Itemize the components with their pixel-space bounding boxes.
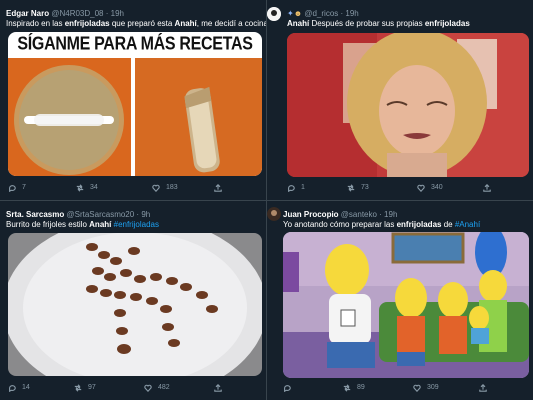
text-segment: Inspirado en las bbox=[6, 19, 65, 28]
reply-count: 14 bbox=[22, 384, 30, 391]
author-handle[interactable]: @N4R03D_08 · 19h bbox=[51, 9, 124, 18]
like-count: 482 bbox=[158, 384, 170, 391]
reply-icon[interactable] bbox=[8, 184, 16, 192]
text-bold: Anahí bbox=[89, 220, 112, 229]
like-count: 340 bbox=[431, 184, 443, 191]
like-count: 183 bbox=[166, 184, 178, 191]
text-segment: Después de probar sus propias bbox=[309, 19, 425, 28]
text-segment: , me decidí a cocinar... bbox=[196, 19, 266, 28]
share-action[interactable] bbox=[214, 184, 222, 192]
author-handle[interactable]: @santeko · 19h bbox=[341, 210, 398, 219]
tweet-actions: 1 73 340 bbox=[287, 184, 525, 196]
tweet-header: ✦☻ @d_ricos · 19h bbox=[287, 9, 529, 19]
tweet-actions: 7 34 183 bbox=[8, 184, 258, 196]
tweet-card[interactable]: ✦☻ @d_ricos · 19h Anahí Después de proba… bbox=[267, 0, 533, 200]
retweet-icon[interactable] bbox=[76, 184, 84, 192]
tweet-text: Inspirado en las enfrijoladas que prepar… bbox=[6, 19, 266, 29]
meme-caption: SÍGANME PARA MÁS RECETAS bbox=[17, 34, 253, 55]
like-action[interactable]: 183 bbox=[152, 184, 178, 192]
author-handle[interactable]: @d_ricos · 19h bbox=[304, 9, 358, 18]
like-action[interactable]: 309 bbox=[413, 384, 439, 392]
share-icon[interactable] bbox=[214, 384, 222, 392]
like-icon[interactable] bbox=[152, 184, 160, 192]
share-action[interactable] bbox=[214, 384, 222, 392]
like-action[interactable]: 340 bbox=[417, 184, 443, 192]
avatar[interactable] bbox=[267, 7, 281, 21]
retweet-action[interactable]: 34 bbox=[76, 184, 98, 192]
tweet-text: Anahí Después de probar sus propias enfr… bbox=[287, 19, 529, 29]
tweet-image[interactable] bbox=[283, 232, 529, 378]
retweet-action[interactable]: 73 bbox=[347, 184, 369, 192]
avatar-image bbox=[267, 7, 281, 21]
tweet-image[interactable] bbox=[8, 233, 262, 376]
retweet-count: 34 bbox=[90, 184, 98, 191]
reply-count: 1 bbox=[301, 184, 305, 191]
retweet-icon[interactable] bbox=[347, 184, 355, 192]
reply-icon[interactable] bbox=[8, 384, 16, 392]
reply-action[interactable] bbox=[283, 384, 297, 392]
author-name[interactable]: Juan Procopio bbox=[283, 210, 339, 219]
retweet-count: 89 bbox=[357, 384, 365, 391]
avatar[interactable] bbox=[267, 207, 281, 221]
retweet-icon[interactable] bbox=[74, 384, 82, 392]
tweet-card[interactable]: Srta. Sarcasmo @SrtaSarcasmo20 · 9h Burr… bbox=[0, 201, 266, 400]
tweet-card[interactable]: Edgar Naro @N4R03D_08 · 19h Inspirado en… bbox=[0, 0, 266, 200]
share-icon[interactable] bbox=[479, 384, 487, 392]
text-bold: Anahí bbox=[287, 19, 310, 28]
tweet-actions: 89 309 bbox=[283, 384, 525, 396]
text-segment: de bbox=[441, 220, 455, 229]
text-bold: enfrijoladas bbox=[64, 19, 110, 28]
retweet-action[interactable]: 89 bbox=[343, 384, 365, 392]
tweet-image[interactable] bbox=[287, 33, 529, 177]
avatar-image bbox=[267, 207, 281, 221]
reply-action[interactable]: 14 bbox=[8, 384, 30, 392]
text-bold: enfrijoladas bbox=[424, 19, 470, 28]
tweet-header: Srta. Sarcasmo @SrtaSarcasmo20 · 9h bbox=[6, 210, 262, 220]
text-bold: enfrijoladas bbox=[396, 220, 442, 229]
like-count: 309 bbox=[427, 384, 439, 391]
author-name[interactable]: Edgar Naro bbox=[6, 9, 49, 18]
reply-icon[interactable] bbox=[287, 184, 295, 192]
reply-action[interactable]: 1 bbox=[287, 184, 305, 192]
tweet-image[interactable]: SÍGANME PARA MÁS RECETAS bbox=[8, 32, 262, 176]
hashtag-link[interactable]: #Anahí bbox=[455, 220, 480, 229]
reaction-photo bbox=[287, 33, 529, 177]
text-segment: Yo anotando cómo preparar las bbox=[283, 220, 397, 229]
share-icon[interactable] bbox=[483, 184, 491, 192]
share-icon[interactable] bbox=[214, 184, 222, 192]
retweet-icon[interactable] bbox=[343, 384, 351, 392]
retweet-action[interactable]: 97 bbox=[74, 384, 96, 392]
author-handle[interactable]: @SrtaSarcasmo20 · 9h bbox=[67, 210, 151, 219]
share-action[interactable] bbox=[479, 384, 487, 392]
like-icon[interactable] bbox=[413, 384, 421, 392]
tweet-actions: 14 97 482 bbox=[8, 384, 258, 396]
reply-icon[interactable] bbox=[283, 384, 291, 392]
like-action[interactable]: 482 bbox=[144, 384, 170, 392]
author-name[interactable]: Srta. Sarcasmo bbox=[6, 210, 64, 219]
tweet-text: Burrito de frijoles estilo Anahí #enfrij… bbox=[6, 220, 262, 230]
like-icon[interactable] bbox=[417, 184, 425, 192]
emoji-badge-icon: ☻ bbox=[293, 9, 303, 18]
beans-photo bbox=[8, 233, 262, 376]
like-icon[interactable] bbox=[144, 384, 152, 392]
tweet-text: Yo anotando cómo preparar las enfrijolad… bbox=[283, 220, 529, 230]
reply-action[interactable]: 7 bbox=[8, 184, 26, 192]
retweet-count: 97 bbox=[88, 384, 96, 391]
text-bold: Anahí bbox=[174, 19, 197, 28]
tweet-header: Juan Procopio @santeko · 19h bbox=[283, 210, 529, 220]
hashtag-link[interactable]: #enfrijoladas bbox=[111, 220, 159, 229]
tweet-header: Edgar Naro @N4R03D_08 · 19h bbox=[6, 9, 262, 19]
simpsons-photo bbox=[283, 232, 529, 378]
emoji-badge-icon: ✦ bbox=[287, 9, 294, 18]
text-segment: que preparó esta bbox=[109, 19, 175, 28]
meme-photo bbox=[8, 58, 262, 176]
share-action[interactable] bbox=[483, 184, 491, 192]
tweet-card[interactable]: Juan Procopio @santeko · 19h Yo anotando… bbox=[267, 201, 533, 400]
retweet-count: 73 bbox=[361, 184, 369, 191]
text-segment: Burrito de frijoles estilo bbox=[6, 220, 90, 229]
reply-count: 7 bbox=[22, 184, 26, 191]
